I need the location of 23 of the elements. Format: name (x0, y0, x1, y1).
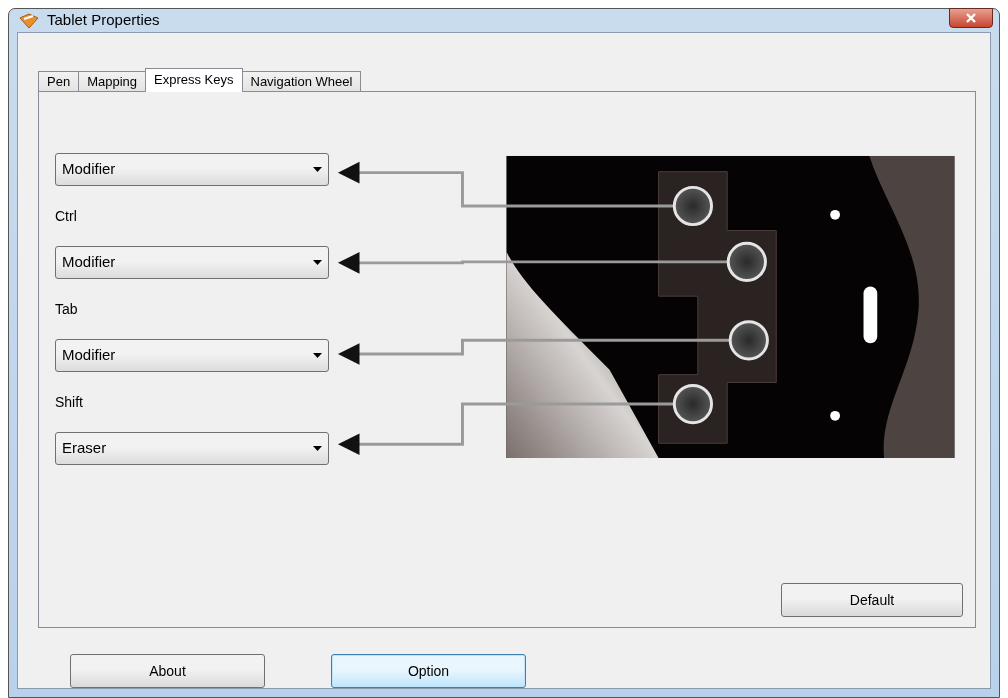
dropdown-caret-icon (313, 353, 322, 358)
dialog-button[interactable]: About (70, 654, 265, 688)
close-button[interactable] (949, 8, 993, 28)
express-key-icon (673, 185, 770, 425)
action-dropdown[interactable]: Modifier (55, 246, 329, 279)
close-icon (966, 13, 976, 23)
default-button[interactable]: Default (781, 583, 963, 617)
tab[interactable]: Mapping (78, 71, 146, 91)
action-dropdown[interactable]: Modifier (55, 339, 329, 372)
dropdown-caret-icon (313, 167, 322, 172)
dialog-button[interactable]: Option (331, 654, 526, 688)
key-label: Ctrl (55, 206, 77, 226)
tab[interactable]: Pen (38, 71, 80, 91)
dropdown-caret-icon (313, 446, 322, 451)
key-label: Tab (55, 299, 78, 319)
tab[interactable]: Navigation Wheel (241, 71, 362, 91)
tab[interactable]: Express Keys (145, 68, 243, 92)
dropdown-caret-icon (313, 260, 322, 265)
window-title: Tablet Properties (47, 10, 160, 31)
tablet-pen-icon (19, 11, 39, 30)
action-dropdown[interactable]: Eraser (55, 432, 329, 465)
action-dropdown[interactable]: Modifier (55, 153, 329, 186)
key-label: Shift (55, 392, 83, 412)
